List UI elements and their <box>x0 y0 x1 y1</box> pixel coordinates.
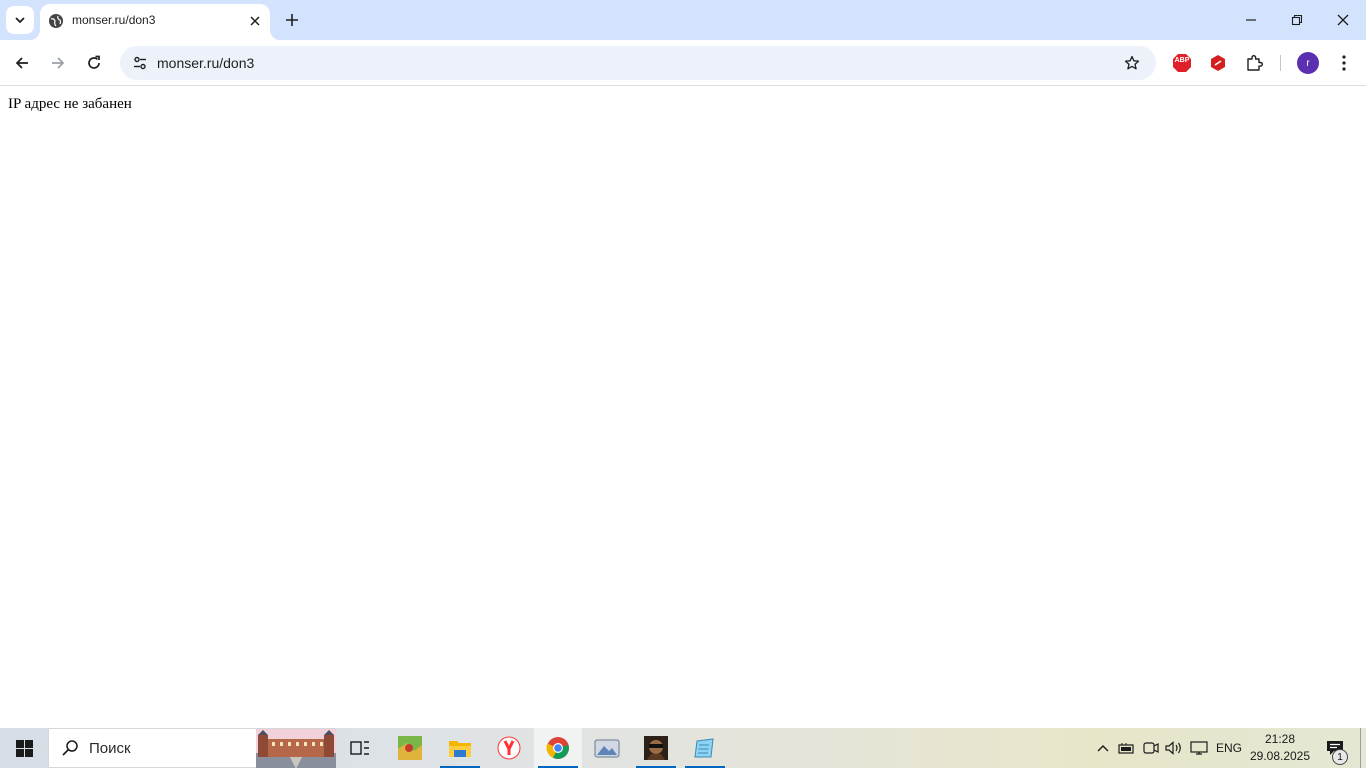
star-icon <box>1124 55 1140 70</box>
puzzle-icon <box>1247 55 1263 71</box>
language-indicator[interactable]: ENG <box>1212 728 1246 768</box>
search-placeholder: Поиск <box>89 740 131 757</box>
forward-button[interactable] <box>42 47 74 79</box>
windows-logo-icon <box>15 739 33 757</box>
toolbar-divider <box>1280 55 1281 71</box>
palace-illustration-icon <box>256 729 336 768</box>
tray-camera-button[interactable] <box>1140 728 1162 768</box>
new-tab-button[interactable] <box>280 8 304 32</box>
extensions-button[interactable] <box>1238 47 1270 79</box>
reload-icon <box>88 55 100 69</box>
notification-count-badge: 1 <box>1332 749 1348 765</box>
taskbar-app-image-viewer[interactable] <box>583 728 631 768</box>
game-map-icon <box>398 736 422 760</box>
menu-button[interactable] <box>1328 47 1360 79</box>
adblock-label: ABP <box>1174 57 1190 64</box>
taskbar-app-chrome[interactable] <box>534 728 582 768</box>
page-content: IP адрес не забанен <box>0 87 1366 728</box>
globe-icon <box>49 14 63 28</box>
taskbar-search[interactable]: Поиск <box>48 728 336 768</box>
yandex-browser-icon <box>497 736 521 760</box>
chevron-down-icon <box>15 17 25 24</box>
close-icon <box>250 16 260 26</box>
show-desktop-button[interactable] <box>1360 728 1366 768</box>
taskbar-app-notepad[interactable] <box>681 728 729 768</box>
camera-icon <box>1143 742 1159 754</box>
notepad-icon <box>694 738 714 758</box>
clock-date: 29.08.2025 <box>1249 749 1311 763</box>
search-icon <box>62 740 78 756</box>
taskbar-app-game[interactable] <box>632 728 680 768</box>
red-extension[interactable] <box>1202 47 1234 79</box>
tab-title: monser.ru/don3 <box>72 13 156 27</box>
close-window-button[interactable] <box>1320 0 1366 40</box>
tray-battery-icon-button[interactable] <box>1116 728 1138 768</box>
image-viewer-icon <box>594 739 620 758</box>
folder-icon <box>449 741 471 757</box>
taskbar-app-file-explorer[interactable] <box>436 728 484 768</box>
show-hidden-icons-button[interactable] <box>1092 728 1114 768</box>
more-vert-icon <box>1342 55 1346 71</box>
tab-active[interactable]: monser.ru/don3 <box>40 4 270 40</box>
network-icon <box>1190 741 1208 755</box>
clock-time: 21:28 <box>1264 732 1296 746</box>
start-button[interactable] <box>0 728 48 768</box>
reload-button[interactable] <box>78 47 110 79</box>
taskbar-app-yandex-browser[interactable] <box>485 728 533 768</box>
volume-icon <box>1165 741 1181 755</box>
taskbar: Поиск ENG 21:28 29.08.2025 <box>0 728 1366 768</box>
bookmark-button[interactable] <box>1118 49 1146 77</box>
close-icon <box>1337 14 1349 26</box>
arrow-right-icon <box>52 57 65 69</box>
plus-icon <box>286 14 298 26</box>
task-view-button[interactable] <box>336 728 384 768</box>
tray-volume-button[interactable] <box>1162 728 1186 768</box>
taskbar-app-game-map[interactable] <box>386 728 434 768</box>
back-button[interactable] <box>6 47 38 79</box>
site-info-button[interactable] <box>126 49 154 77</box>
clock[interactable]: 21:28 29.08.2025 <box>1248 731 1312 765</box>
address-bar[interactable]: monser.ru/don3 <box>120 46 1156 80</box>
browser-toolbar: monser.ru/don3 ABP <box>0 40 1366 86</box>
url-text[interactable]: monser.ru/don3 <box>157 55 254 71</box>
adblock-plus-extension[interactable]: ABP <box>1166 47 1198 79</box>
ban-status-text: IP адрес не забанен <box>8 96 132 112</box>
minimize-icon <box>1246 19 1256 21</box>
tab-strip: monser.ru/don3 <box>0 0 1366 40</box>
game-character-icon <box>644 736 668 760</box>
restore-icon <box>1291 14 1303 26</box>
task-view-icon <box>350 741 369 755</box>
tune-icon <box>134 56 146 70</box>
profile-avatar[interactable]: r <box>1297 52 1319 74</box>
battery-icon <box>1118 743 1134 754</box>
tray-network-button[interactable] <box>1186 728 1212 768</box>
extension-cube-icon <box>1211 55 1225 71</box>
restore-button[interactable] <box>1274 0 1320 40</box>
chevron-up-icon <box>1097 745 1109 752</box>
chrome-icon <box>546 737 569 759</box>
minimize-button[interactable] <box>1228 0 1274 40</box>
arrow-left-icon <box>15 57 28 69</box>
search-highlight-image[interactable] <box>256 729 336 768</box>
tab-close-button[interactable] <box>246 12 264 30</box>
